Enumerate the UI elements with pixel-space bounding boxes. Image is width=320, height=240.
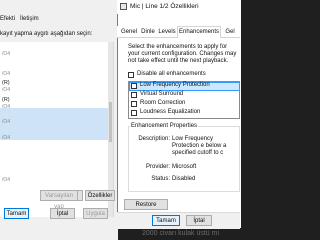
- device-sub: /O4: [2, 87, 11, 93]
- device-sub: /O4: [2, 135, 11, 141]
- low-frequency-protection-checkbox[interactable]: [131, 83, 137, 89]
- device-sub: /O4: [2, 177, 11, 183]
- status-key: Status:: [151, 176, 170, 182]
- provider-value: Microsoft: [172, 164, 197, 170]
- virtual-surround-checkbox[interactable]: [131, 92, 137, 98]
- tab-enhancements[interactable]: Enhancements: [177, 26, 221, 38]
- description-key: Description:: [138, 136, 170, 142]
- sound-window-description: kayıt yapma aygıtı aşağıdan seçin:: [0, 31, 93, 37]
- tab-gel[interactable]: Gel: [223, 27, 237, 37]
- device-sub: /O4: [2, 104, 11, 110]
- enhancement-label[interactable]: Low Frequency Protection: [140, 82, 210, 88]
- enhancement-properties-title: Enhancement Properties: [130, 123, 199, 129]
- cancel-button[interactable]: İptal: [50, 208, 75, 219]
- disable-all-label: Disable all enhancements: [137, 71, 206, 77]
- dialog-title: Mic | Line 1/2 Özellikleri: [130, 3, 199, 10]
- set-default-dropdown[interactable]: [78, 190, 83, 201]
- device-sub: /O4: [2, 119, 11, 125]
- properties-button[interactable]: Özellikler: [85, 190, 115, 201]
- room-correction-checkbox[interactable]: [131, 101, 137, 107]
- background-caption: 2000 civarı kulak üstü mi: [142, 230, 220, 237]
- device-label[interactable]: (R): [2, 80, 10, 86]
- scrollbar-thumb[interactable]: [109, 102, 112, 142]
- enhancement-label[interactable]: Loudness Equalization: [140, 109, 200, 115]
- apply-button[interactable]: Uygula: [83, 208, 108, 219]
- tab-genel[interactable]: Genel: [120, 27, 138, 37]
- sound-window-tabs: Efekti İletişim: [0, 14, 118, 24]
- enhancements-description: Select the enhancements to apply for you…: [128, 44, 237, 64]
- tab-levels[interactable]: Levels: [158, 27, 176, 37]
- device-sub: /O4: [2, 71, 11, 77]
- tab-iletisim[interactable]: İletişim: [20, 14, 39, 24]
- dialog-tabs: Genel Dinle Levels Enhancements Gel: [117, 26, 240, 38]
- enhancement-label[interactable]: Room Correction: [140, 100, 185, 106]
- tab-dinle[interactable]: Dinle: [140, 27, 156, 37]
- device-label[interactable]: (R): [2, 97, 10, 103]
- provider-key: Provider:: [145, 164, 170, 170]
- tab-efekti[interactable]: Efekti: [0, 14, 15, 24]
- disable-all-checkbox[interactable]: [128, 72, 134, 78]
- status-value: Disabled: [172, 176, 196, 182]
- dialog-ok-button[interactable]: Tamam: [152, 215, 180, 226]
- device-sub: /O4: [2, 51, 11, 57]
- enhancement-label[interactable]: Virtual Surround: [140, 91, 183, 97]
- ok-button[interactable]: Tamam: [4, 208, 29, 219]
- description-value: Low Frequency Protection e below a speci…: [172, 136, 227, 156]
- restore-defaults-button[interactable]: Restore Defaults: [124, 199, 168, 219]
- speaker-icon: [120, 3, 127, 10]
- loudness-equalization-checkbox[interactable]: [131, 110, 137, 116]
- dialog-cancel-button[interactable]: İptal: [186, 215, 212, 226]
- set-default-button[interactable]: Varsayılan yap: [40, 190, 78, 210]
